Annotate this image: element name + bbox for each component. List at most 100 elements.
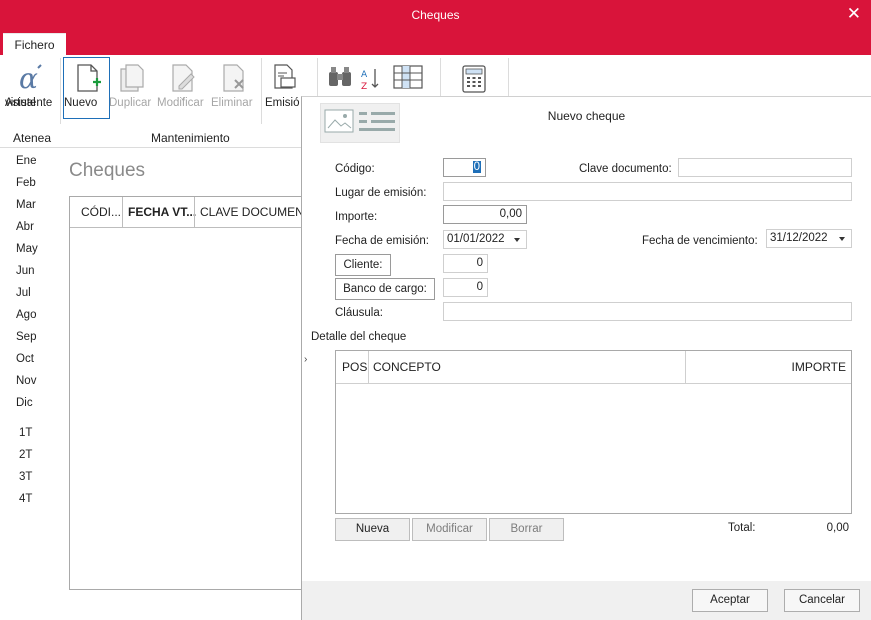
month-item[interactable]: Oct xyxy=(16,353,34,365)
chevron-down-icon xyxy=(514,238,520,242)
eliminar-label: Eliminar xyxy=(211,97,253,109)
modificar-label: Modificar xyxy=(157,97,204,109)
ribbon-separator xyxy=(60,58,61,124)
column-header-codigo[interactable]: CÓDI... xyxy=(81,205,121,219)
sort-az-icon[interactable]: A Z xyxy=(359,66,381,92)
title-bar: Cheques ✕ xyxy=(0,0,871,31)
duplicate-icon xyxy=(120,64,144,92)
svg-text:α: α xyxy=(19,62,38,94)
modificar-button[interactable]: Modificar ⌄ xyxy=(157,58,209,118)
fecha-emision-label: Fecha de emisión: xyxy=(335,235,429,247)
clave-documento-label: Clave documento: xyxy=(579,163,672,175)
month-item[interactable]: Nov xyxy=(16,375,36,387)
group-label-mantenimiento: Mantenimiento xyxy=(151,131,230,145)
quarter-item[interactable]: 1T xyxy=(19,427,32,439)
edit-document-icon xyxy=(172,64,195,92)
close-icon[interactable]: ✕ xyxy=(847,4,861,24)
fecha-vencimiento-picker[interactable]: 31/12/2022 xyxy=(766,229,852,248)
nuevo-cheque-dialog: Nuevo cheque Código: 0 Clave documento: … xyxy=(301,96,871,620)
columns-icon[interactable] xyxy=(392,64,424,94)
column-divider xyxy=(194,197,195,228)
month-item[interactable]: Dic xyxy=(16,397,33,409)
column-header-importe[interactable]: IMPORTE xyxy=(792,360,846,374)
detalle-cheque-label: Detalle del cheque xyxy=(311,331,407,343)
clausula-field[interactable] xyxy=(443,302,852,321)
quarter-item[interactable]: 2T xyxy=(19,449,32,461)
fecha-vencimiento-value: 31/12/2022 xyxy=(770,232,828,244)
tab-fichero[interactable]: Fichero xyxy=(3,33,66,55)
codigo-label: Código: xyxy=(335,163,375,175)
column-header-concepto[interactable]: CONCEPTO xyxy=(373,360,441,374)
column-divider xyxy=(122,197,123,228)
svg-text:A: A xyxy=(361,70,368,80)
dialog-title: Nuevo cheque xyxy=(547,109,626,123)
month-item[interactable]: Abr xyxy=(16,221,34,233)
column-header-fecha[interactable]: FECHA VT... xyxy=(128,205,196,219)
lugar-emision-field[interactable] xyxy=(443,182,852,201)
total-value: 0,00 xyxy=(826,522,849,534)
borrar-line-button[interactable]: Borrar xyxy=(489,518,564,541)
ribbon-separator xyxy=(261,58,262,124)
calculator-icon[interactable] xyxy=(460,64,488,94)
month-item[interactable]: Ene xyxy=(16,155,36,167)
cliente-button[interactable]: Cliente: xyxy=(335,254,391,276)
month-item[interactable]: May xyxy=(16,243,38,255)
month-item[interactable]: Mar xyxy=(16,199,36,211)
importe-label: Importe: xyxy=(335,211,378,223)
fecha-vencimiento-label: Fecha de vencimiento: xyxy=(642,235,758,247)
window-title: Cheques xyxy=(411,8,460,22)
cheques-grid[interactable]: CÓDI... FECHA VT... CLAVE DOCUMENT xyxy=(69,196,311,590)
alpha-icon: α xyxy=(19,62,42,94)
asistente-label-2: virtual xyxy=(5,97,36,109)
detalle-grid-header: POS CONCEPTO IMPORTE xyxy=(336,351,851,384)
quarter-item[interactable]: 3T xyxy=(19,471,32,483)
duplicar-label: Duplicar xyxy=(109,97,152,109)
column-divider xyxy=(685,351,686,384)
modificar-line-button[interactable]: Modificar xyxy=(412,518,487,541)
cliente-field[interactable]: 0 xyxy=(443,254,488,273)
chevron-down-icon xyxy=(839,237,845,241)
duplicar-button[interactable]: Duplicar xyxy=(109,58,155,118)
page-title: Cheques xyxy=(69,160,146,181)
importe-field[interactable]: 0,00 xyxy=(443,205,527,224)
banco-cargo-field[interactable]: 0 xyxy=(443,278,488,297)
group-label-atenea: Atenea xyxy=(13,131,52,145)
codigo-field[interactable]: 0 xyxy=(443,158,486,177)
column-divider xyxy=(368,351,369,384)
month-item[interactable]: Sep xyxy=(16,331,36,343)
clausula-label: Cláusula: xyxy=(335,307,383,319)
clave-documento-field[interactable] xyxy=(678,158,852,177)
column-header-clave[interactable]: CLAVE DOCUMENT xyxy=(200,205,311,219)
detalle-grid[interactable]: POS CONCEPTO IMPORTE xyxy=(335,350,852,514)
total-label: Total: xyxy=(728,522,756,534)
delete-document-icon xyxy=(223,64,244,92)
grid-header: CÓDI... FECHA VT... CLAVE DOCUMENT xyxy=(70,197,311,228)
fecha-emision-picker[interactable]: 01/01/2022 xyxy=(443,230,527,249)
month-item[interactable]: Jun xyxy=(16,265,35,277)
binoculars-icon[interactable] xyxy=(326,64,354,92)
column-header-pos[interactable]: POS xyxy=(342,360,367,374)
asistente-virtual-button[interactable]: α Asistente virtual xyxy=(5,58,59,118)
month-item[interactable]: Feb xyxy=(16,177,36,189)
ribbon-tab-strip: Fichero xyxy=(0,31,871,55)
print-document-icon xyxy=(274,64,296,89)
month-item[interactable]: Jul xyxy=(16,287,31,299)
eliminar-button[interactable]: Eliminar xyxy=(211,58,257,118)
new-document-icon xyxy=(76,64,101,92)
aceptar-button[interactable]: Aceptar xyxy=(692,589,768,612)
lugar-emision-label: Lugar de emisión: xyxy=(335,187,427,199)
nuevo-label: Nuevo xyxy=(64,97,98,109)
svg-text:Z: Z xyxy=(361,82,367,92)
cancelar-button[interactable]: Cancelar xyxy=(784,589,860,612)
codigo-value: 0 xyxy=(472,161,481,173)
month-item[interactable]: Ago xyxy=(16,309,36,321)
nueva-line-button[interactable]: Nueva xyxy=(335,518,410,541)
emision-button[interactable]: Emisió xyxy=(265,58,301,118)
chevron-right-icon: › xyxy=(304,354,308,365)
emision-label: Emisió xyxy=(265,97,300,109)
dialog-footer: Aceptar Cancelar xyxy=(302,581,871,620)
quarter-item[interactable]: 4T xyxy=(19,493,32,505)
fecha-emision-value: 01/01/2022 xyxy=(447,233,505,245)
nuevo-button[interactable]: Nuevo xyxy=(63,57,110,119)
banco-cargo-button[interactable]: Banco de cargo: xyxy=(335,278,435,300)
